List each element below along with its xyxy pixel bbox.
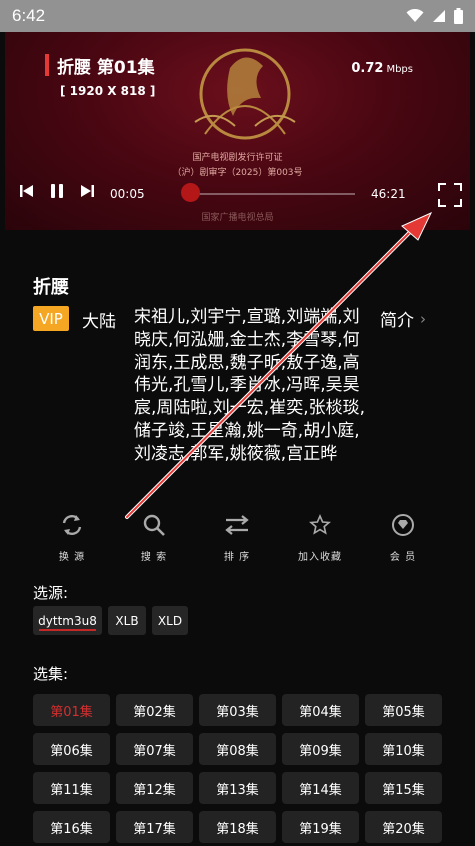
episode-button[interactable]: 第11集 (33, 772, 110, 804)
membership-button[interactable]: 会 员 (368, 512, 438, 563)
intro-label: 简介 (380, 311, 414, 331)
episode-button[interactable]: 第01集 (33, 694, 110, 726)
vip-badge: VIP (33, 306, 69, 331)
emblem-ornament (194, 48, 296, 140)
status-time: 6:42 (12, 6, 46, 25)
diamond-icon (392, 514, 414, 536)
episode-button[interactable]: 第05集 (365, 694, 442, 726)
episode-title: 折腰 第01集 (57, 58, 155, 78)
fullscreen-icon[interactable] (437, 182, 463, 208)
search-icon (143, 514, 165, 536)
search-button[interactable]: 搜 索 (119, 512, 189, 563)
episode-button[interactable]: 第03集 (199, 694, 276, 726)
total-time: 46:21 (371, 187, 406, 201)
source-label: XLB (115, 613, 139, 628)
watermark-text: 国家广播电视总局 (201, 213, 274, 223)
current-time: 00:05 (110, 187, 145, 201)
video-player[interactable]: 折腰 第01集 [ 1920 X 818 ] 0.72 Mbps 国产电视剧发行许… (5, 32, 470, 230)
system-icons (406, 8, 463, 24)
episode-section-label: 选集: (33, 665, 69, 683)
episode-button[interactable]: 第13集 (199, 772, 276, 804)
episode-button[interactable]: 第02集 (116, 694, 193, 726)
episode-button[interactable]: 第06集 (33, 733, 110, 765)
title-accent-bar (45, 54, 49, 76)
intro-link[interactable]: 简介 › (380, 306, 426, 332)
episode-button[interactable]: 第04集 (282, 694, 359, 726)
status-bar: 6:42 (0, 0, 475, 32)
episode-button[interactable]: 第18集 (199, 811, 276, 843)
favorite-button[interactable]: 加入收藏 (285, 512, 355, 563)
pause-icon[interactable] (49, 180, 65, 202)
next-icon[interactable] (79, 180, 95, 202)
source-option[interactable]: XLB (108, 606, 146, 635)
progress-thumb[interactable] (181, 183, 200, 202)
episode-button[interactable]: 第16集 (33, 811, 110, 843)
selected-underline (39, 629, 96, 631)
episode-button[interactable]: 第09集 (282, 733, 359, 765)
action-label: 加入收藏 (298, 552, 342, 563)
action-label: 排 序 (223, 552, 251, 563)
source-label: XLD (157, 613, 183, 628)
battery-icon (454, 8, 463, 24)
sort-icon (225, 515, 249, 535)
episode-button[interactable]: 第15集 (365, 772, 442, 804)
resolution-label: [ 1920 X 818 ] (60, 84, 156, 98)
source-option[interactable]: XLD (152, 606, 188, 635)
episode-button[interactable]: 第08集 (199, 733, 276, 765)
speed-value: 0.72 (351, 61, 384, 76)
source-label: dyttm3u8 (38, 613, 97, 628)
episode-button[interactable]: 第19集 (282, 811, 359, 843)
source-option[interactable]: dyttm3u8 (33, 606, 102, 635)
wifi-icon (406, 9, 424, 22)
star-icon (309, 513, 331, 535)
network-speed: 0.72 Mbps (351, 61, 413, 76)
episode-button[interactable]: 第12集 (116, 772, 193, 804)
chevron-right-icon: › (420, 309, 426, 328)
action-label: 搜 索 (140, 552, 168, 563)
episode-button[interactable]: 第10集 (365, 733, 442, 765)
episode-button[interactable]: 第20集 (365, 811, 442, 843)
episode-button[interactable]: 第17集 (116, 811, 193, 843)
source-section-label: 选源: (33, 584, 69, 602)
previous-icon[interactable] (19, 180, 35, 202)
refresh-icon (62, 515, 82, 535)
signal-icon (433, 10, 445, 22)
action-label: 会 员 (389, 552, 417, 563)
speed-unit: Mbps (386, 64, 413, 75)
license-line-2: （沪）剧审字（2025）第003号 (172, 168, 303, 178)
show-title: 折腰 (33, 277, 69, 298)
action-label: 换 源 (58, 552, 86, 563)
episode-button[interactable]: 第14集 (282, 772, 359, 804)
cast-list: 宋祖儿,刘宇宁,宣璐,刘端端,刘晓庆,何泓姗,金士杰,李雪琴,何润东,王成思,魏… (134, 307, 366, 464)
change-source-button[interactable]: 换 源 (37, 512, 107, 563)
sort-button[interactable]: 排 序 (202, 512, 272, 563)
region-label: 大陆 (82, 312, 116, 332)
episode-button[interactable]: 第07集 (116, 733, 193, 765)
progress-track[interactable] (190, 193, 355, 195)
license-line-1: 国产电视剧发行许可证 (192, 153, 283, 163)
